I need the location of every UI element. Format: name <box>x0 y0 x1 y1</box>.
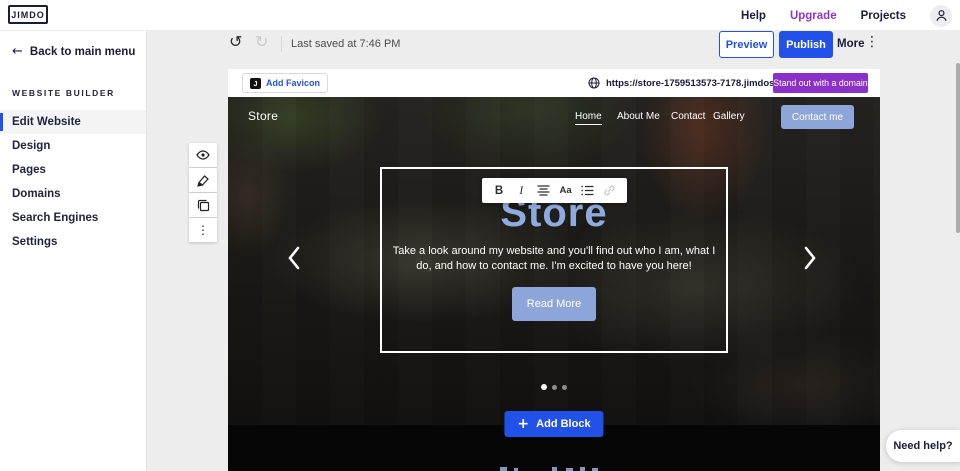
sidebar-item-label: Design <box>12 140 50 152</box>
carousel-dot-2[interactable] <box>552 385 557 390</box>
style-block-button[interactable] <box>189 168 217 192</box>
site-preview-canvas: J Add Favicon https://store-1759513573-7… <box>228 69 880 471</box>
jimdo-website-builder: JIMDO Help Upgrade Projects ← Back to ma… <box>0 0 960 471</box>
favicon-bar: J Add Favicon https://store-1759513573-7… <box>228 69 880 97</box>
sidebar-item-label: Settings <box>12 236 57 248</box>
carousel-dot-1[interactable] <box>541 384 547 390</box>
last-saved-status: Last saved at 7:46 PM <box>291 38 400 50</box>
block-more-options-button[interactable]: ⋮ <box>189 218 217 242</box>
site-nav-gallery[interactable]: Gallery <box>713 111 745 122</box>
bold-icon[interactable]: B <box>490 182 508 200</box>
sidebar-item-settings[interactable]: Settings <box>0 230 146 254</box>
sidebar-item-label: Domains <box>12 188 61 200</box>
add-block-button[interactable]: + Add Block <box>504 411 603 437</box>
sidebar-item-label: Pages <box>12 164 46 176</box>
add-block-label: Add Block <box>536 418 590 430</box>
toolbar-divider <box>281 36 282 52</box>
site-nav-home[interactable]: Home <box>575 111 602 125</box>
font-style-icon[interactable]: Aa <box>557 182 575 200</box>
top-bar-right: Help Upgrade Projects <box>741 0 952 31</box>
projects-link[interactable]: Projects <box>861 10 906 22</box>
hero-text[interactable]: Take a look around my website and you'll… <box>384 244 724 274</box>
upgrade-link[interactable]: Upgrade <box>790 10 837 22</box>
add-favicon-label: Add Favicon <box>266 78 320 88</box>
sidebar-section-title: WEBSITE BUILDER <box>0 58 146 98</box>
site-brand[interactable]: Store <box>248 109 278 123</box>
text-format-toolbar: B I Aa <box>482 178 627 203</box>
carousel-dot-3[interactable] <box>562 385 567 390</box>
back-to-main-menu[interactable]: ← Back to main menu <box>0 31 146 58</box>
sidebar-item-domains[interactable]: Domains <box>0 182 146 206</box>
list-icon[interactable] <box>579 182 597 200</box>
top-bar: JIMDO Help Upgrade Projects <box>0 0 960 31</box>
plus-icon: + <box>517 417 529 431</box>
duplicate-block-button[interactable] <box>189 193 217 217</box>
more-button[interactable]: More <box>837 38 864 50</box>
account-avatar[interactable] <box>930 5 952 27</box>
eye-icon <box>196 150 210 160</box>
globe-icon <box>588 77 600 89</box>
site-nav-about-me[interactable]: About Me <box>617 111 660 122</box>
carousel-next-icon[interactable] <box>802 245 818 271</box>
hero-photo: Store Home About Me Contact Gallery Cont… <box>228 97 880 425</box>
favicon-placeholder-icon: J <box>250 78 261 89</box>
align-center-icon[interactable] <box>534 182 552 200</box>
redo-button[interactable]: ↻ <box>255 34 268 50</box>
contact-me-button[interactable]: Contact me <box>781 105 854 129</box>
publish-button[interactable]: Publish <box>779 31 833 58</box>
kebab-icon: ⋮ <box>197 224 209 236</box>
sidebar-item-search-engines[interactable]: Search Engines <box>0 206 146 230</box>
scrollbar-thumb[interactable] <box>956 63 960 233</box>
style-brush-icon <box>197 174 210 187</box>
block-tools-toolbar: ⋮ <box>189 143 217 242</box>
back-arrow-icon: ← <box>12 45 23 58</box>
hide-block-button[interactable] <box>189 143 217 167</box>
sidebar: ← Back to main menu WEBSITE BUILDER Edit… <box>0 31 147 471</box>
site-nav-contact[interactable]: Contact <box>671 111 705 122</box>
person-icon <box>935 9 948 22</box>
link-icon[interactable] <box>601 182 619 200</box>
sidebar-item-edit-website[interactable]: Edit Website <box>0 110 146 134</box>
sidebar-nav: Edit Website Design Pages Domains Search… <box>0 110 146 254</box>
jimdo-logo[interactable]: JIMDO <box>8 5 48 24</box>
italic-icon[interactable]: I <box>512 182 530 200</box>
sidebar-item-label: Search Engines <box>12 212 98 224</box>
next-section-text-peek <box>494 466 614 471</box>
carousel-prev-icon[interactable] <box>286 245 302 271</box>
back-label: Back to main menu <box>30 46 135 58</box>
preview-button[interactable]: Preview <box>719 31 774 58</box>
carousel-dots <box>541 384 567 390</box>
copy-icon <box>197 199 210 212</box>
sidebar-item-pages[interactable]: Pages <box>0 158 146 182</box>
add-favicon-button[interactable]: J Add Favicon <box>242 73 328 93</box>
stand-out-domain-button[interactable]: Stand out with a domain <box>773 73 868 93</box>
help-link[interactable]: Help <box>741 10 766 22</box>
sidebar-item-label: Edit Website <box>12 116 81 128</box>
need-help-button[interactable]: Need help? <box>886 430 960 462</box>
read-more-button[interactable]: Read More <box>512 287 596 321</box>
more-kebab-icon[interactable]: ⋮ <box>865 35 879 49</box>
sidebar-item-design[interactable]: Design <box>0 134 146 158</box>
undo-button[interactable]: ↺ <box>229 34 242 50</box>
